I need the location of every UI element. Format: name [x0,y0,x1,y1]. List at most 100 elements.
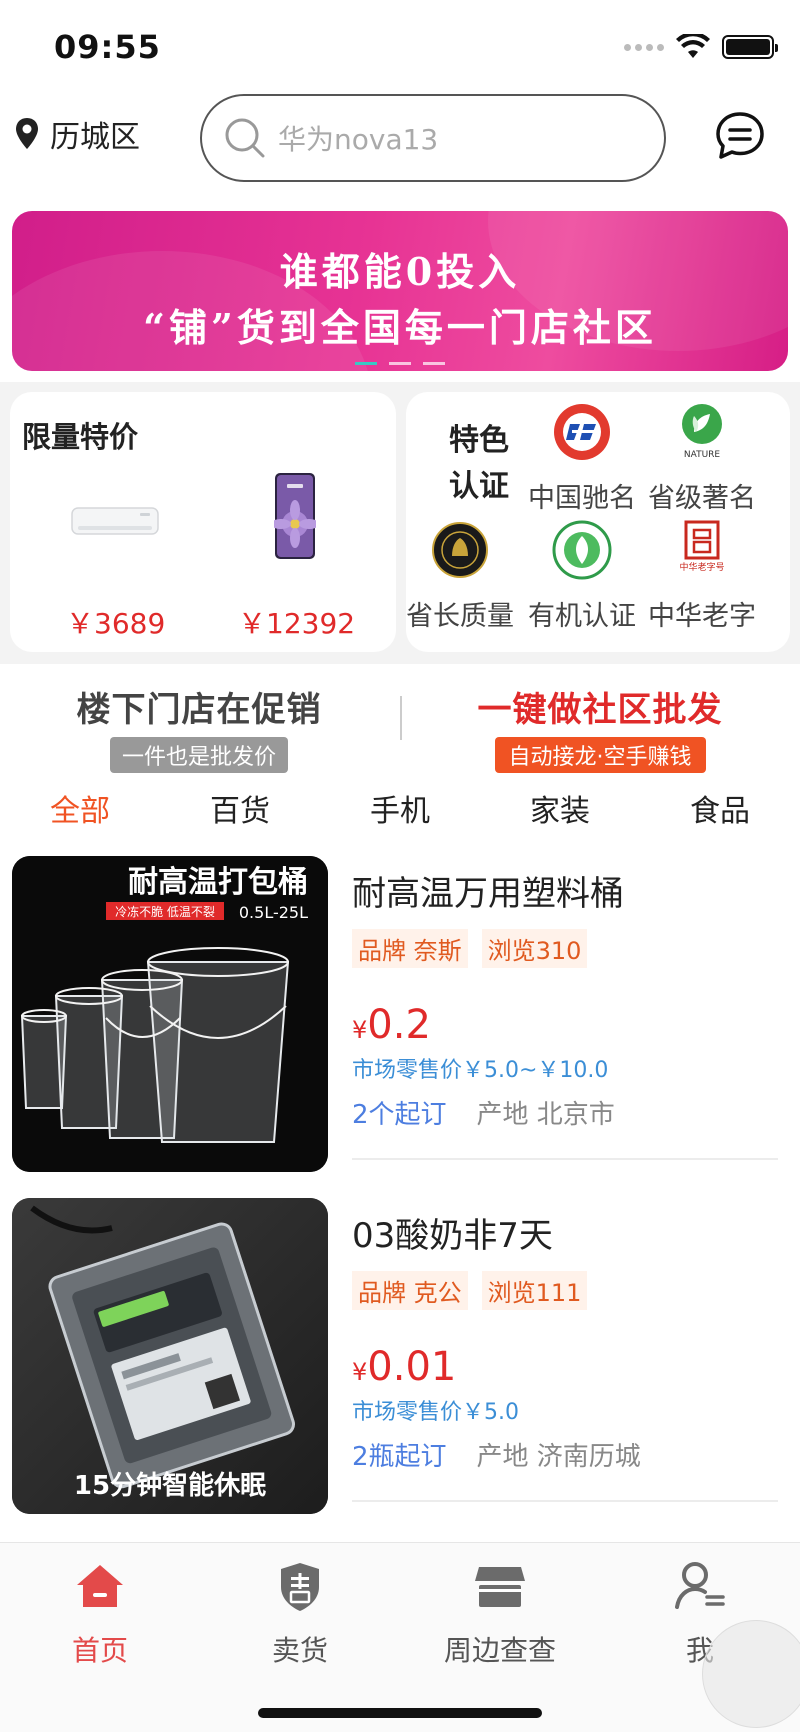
min-order: 2瓶起订 [352,1442,447,1472]
nav-sell[interactable]: 卖货 [200,1559,400,1669]
tab-home-decor[interactable]: 家装 [480,784,640,840]
svg-text:0.5L-25L: 0.5L-25L [239,903,308,922]
banner-pagination [12,362,788,365]
tab-all[interactable]: 全部 [0,784,160,840]
home-icon [77,1565,123,1607]
retail-price: 市场零售价￥5.0 [352,1400,519,1425]
banner-dot [389,362,411,365]
tab-phones[interactable]: 手机 [320,784,480,840]
badge-label: 中华老字 [648,601,756,632]
featured-section: 限量特价 ￥3689 ￥12392 特色认证 中国驰名 NATURE 省级著名 … [0,382,800,664]
status-icons [624,34,778,60]
battery-icon [722,35,778,59]
svg-text:NATURE: NATURE [684,450,721,460]
product-price: ¥0.2 [352,1002,778,1048]
location-selector[interactable]: 历城区 [14,112,140,156]
brand-tag: 品牌 克公 [352,1271,468,1310]
community-wholesale-link[interactable]: 一键做社区批发 自动接龙·空手赚钱 [460,682,740,773]
banner-subheadline: “铺”货到全国每一门店社区 [143,305,657,350]
search-input[interactable]: 华为nova13 [200,94,666,182]
user-icon [675,1562,725,1609]
badge-provincial-famous[interactable]: NATURE 省级著名 [642,402,762,515]
nav-label: 首页 [71,1634,128,1667]
certification-title: 特色认证 [449,423,509,504]
nav-home[interactable]: 首页 [0,1559,200,1669]
currency-symbol: ¥ [352,1358,368,1386]
store-promo-title: 楼下门店在促销 [76,690,322,730]
special-offer-card[interactable]: 限量特价 ￥3689 ￥12392 [10,392,396,652]
min-order: 2个起订 [352,1100,447,1130]
badge-label: 中国驰名 [528,483,636,514]
sell-shield-icon [281,1563,319,1611]
status-time: 09:55 [54,28,161,66]
category-tabs: 全部 百货 手机 家装 食品 [0,784,800,840]
product-price: ¥0.01 [352,1344,778,1390]
product-info: 耐高温万用塑料桶 品牌 奈斯 浏览310 ¥0.2 市场零售价￥5.0~￥10.… [352,866,778,1131]
wifi-icon [676,34,710,58]
badge-laozihao[interactable]: 中华老字号 中华老字 [642,520,762,633]
banner-headline: 谁都能0投入 [279,249,521,294]
nav-nearby[interactable]: 周边查查 [400,1559,600,1669]
brand-tag: 品牌 奈斯 [352,929,468,968]
svg-text:15分钟智能休眠: 15分钟智能休眠 [74,1470,266,1501]
product-card[interactable]: 耐高温打包桶 冷冻不脆 低温不裂 0.5L-25L 耐高温万用塑料桶 品牌 奈斯… [0,856,800,1186]
product-meta: 2个起订 产地 北京市 [352,1094,778,1131]
product-name: 03酸奶非7天 [352,1216,553,1256]
product-image[interactable]: 15分钟智能休眠 [12,1198,328,1514]
chinese-time-honored-brand-icon: 中华老字号 [679,520,725,573]
china-famous-brand-icon [554,404,610,460]
air-conditioner-image[interactable] [70,504,160,540]
location-pin-icon [16,118,38,149]
location-label: 历城区 [50,120,140,155]
svg-text:冷冻不脆 低温不裂: 冷冻不脆 低温不裂 [115,904,215,919]
origin: 产地 济南历城 [476,1442,641,1472]
retail-price: 市场零售价￥5.0~￥10.0 [352,1058,609,1083]
product-card[interactable]: 15分钟智能休眠 03酸奶非7天 品牌 克公 浏览111 ¥0.01 市场零售价… [0,1198,800,1528]
svg-text:中华老字号: 中华老字号 [679,561,724,573]
product-meta: 2瓶起订 产地 济南历城 [352,1436,778,1473]
store-promo-link[interactable]: 楼下门店在促销 一件也是批发价 [64,682,334,773]
product-tags: 品牌 奈斯 浏览310 [352,929,778,968]
product-image[interactable]: 耐高温打包桶 冷冻不脆 低温不裂 0.5L-25L [12,856,328,1172]
banner-dot [355,362,377,365]
store-promo-subtitle: 一件也是批发价 [109,737,288,773]
promo-row: 楼下门店在促销 一件也是批发价 一键做社区批发 自动接龙·空手赚钱 [0,682,800,778]
product-tags: 品牌 克公 浏览111 [352,1271,778,1310]
product-info: 03酸奶非7天 品牌 克公 浏览111 ¥0.01 市场零售价￥5.0 2瓶起订… [352,1208,778,1473]
badge-china-famous[interactable]: 中国驰名 [522,402,642,515]
search-icon [225,118,265,158]
svg-text:耐高温打包桶: 耐高温打包桶 [128,865,308,900]
community-wholesale-subtitle: 自动接龙·空手赚钱 [494,737,706,773]
signal-icon [624,43,664,51]
badge-label: 省级著名 [648,483,756,514]
hdd-enclosure-image: 15分钟智能休眠 [12,1198,328,1514]
tab-food[interactable]: 食品 [640,784,800,840]
bottom-nav: 首页 卖货 周边查查 我 [0,1542,800,1732]
badge-governor-quality[interactable]: 省长质量 [400,520,520,633]
badge-organic[interactable]: 有机认证 [522,520,642,633]
divider [352,1158,778,1160]
tab-general-goods[interactable]: 百货 [160,784,320,840]
product-name: 耐高温万用塑料桶 [352,874,624,914]
top-bar: 历城区 华为nova13 [0,92,800,182]
search-placeholder: 华为nova13 [278,123,439,156]
badge-label: 有机认证 [528,601,636,632]
nature-leaf-icon: NATURE [682,404,722,460]
divider [352,1500,778,1502]
community-wholesale-title: 一键做社区批发 [477,690,723,730]
store-icon [475,1567,525,1607]
currency-symbol: ¥ [352,1016,368,1044]
price-value: 0.01 [367,1344,457,1390]
home-indicator [258,1708,542,1718]
certification-card[interactable]: 特色认证 中国驰名 NATURE 省级著名 省长质量 有机认证 中华老字号 中华… [406,392,790,652]
nav-label: 周边查查 [443,1634,556,1667]
smartphone-image[interactable] [274,472,316,560]
promo-banner[interactable]: 谁都能0投入 “铺”货到全国每一门店社区 [12,211,788,371]
floating-assistive-button[interactable] [702,1620,800,1728]
message-icon[interactable] [714,110,766,162]
views-tag: 浏览310 [481,929,588,968]
bucket-image: 耐高温打包桶 冷冻不脆 低温不裂 0.5L-25L [12,856,328,1172]
governor-quality-seal-icon [432,522,488,578]
views-tag: 浏览111 [481,1271,588,1310]
status-bar: 09:55 [0,0,800,88]
